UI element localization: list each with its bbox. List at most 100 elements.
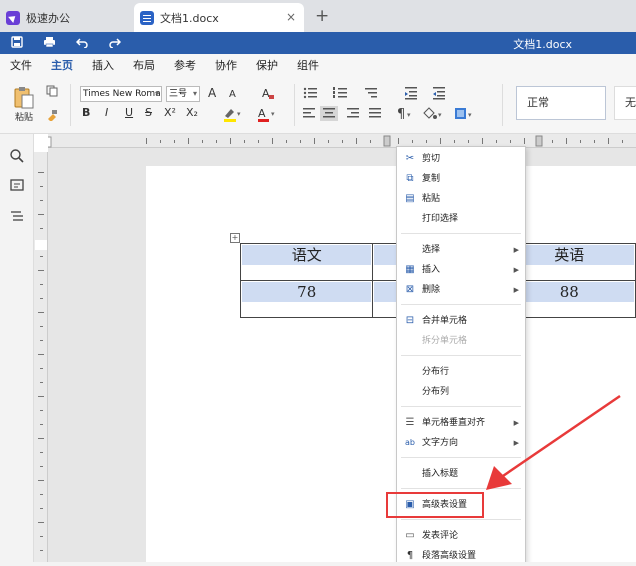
bullet-list-icon[interactable] <box>303 87 317 99</box>
paste-icon[interactable] <box>13 86 35 110</box>
menu-item-label: 发表评论 <box>422 531 459 541</box>
menu-item-split-cell: 拆分单元格 <box>397 332 525 350</box>
menu-item-select[interactable]: 选择 ▶ <box>397 241 525 259</box>
submenu-arrow-icon: ▶ <box>513 286 519 294</box>
paste-icon: ▤ <box>405 193 415 204</box>
new-tab-button[interactable]: + <box>315 6 329 26</box>
superscript-button[interactable]: X² <box>164 106 176 120</box>
undo-icon[interactable] <box>76 36 89 48</box>
numbered-list-icon[interactable] <box>333 87 347 98</box>
underline-button[interactable]: U <box>125 106 133 120</box>
indent-controls <box>405 87 445 100</box>
menu-protect[interactable]: 保护 <box>256 57 278 73</box>
borders-icon[interactable]: ▾ <box>455 108 472 119</box>
copy-icon: ⧉ <box>406 173 414 184</box>
menu-item-cut[interactable]: ✂ 剪切 <box>397 150 525 168</box>
menu-item-distribute-rows[interactable]: 分布行 <box>397 363 525 381</box>
menu-item-label: 插入 <box>422 265 441 275</box>
font-name-value: Times New Roma <box>83 89 161 99</box>
svg-text:A: A <box>262 87 270 100</box>
svg-text:▾: ▾ <box>438 111 442 119</box>
change-case-icon[interactable]: A <box>261 86 275 100</box>
submenu-arrow-icon: ▶ <box>513 439 519 447</box>
text-direction-icon: ab <box>405 438 415 447</box>
menu-plugins[interactable]: 组件 <box>297 57 319 73</box>
horizontal-ruler[interactable] <box>39 134 636 148</box>
menu-bar: 文件 主页 插入 布局 参考 协作 保护 组件 <box>0 54 636 78</box>
font-name-select[interactable]: Times New Roma ▾ <box>80 86 162 102</box>
copy-icon[interactable] <box>46 85 58 97</box>
menu-references[interactable]: 参考 <box>174 57 196 73</box>
align-left-icon[interactable] <box>303 108 315 118</box>
multilevel-list-icon[interactable] <box>365 88 377 98</box>
menu-divider <box>401 233 521 234</box>
svg-text:¶: ¶ <box>397 107 405 122</box>
scissors-icon: ✂ <box>405 153 415 164</box>
menu-item-distribute-columns[interactable]: 分布列 <box>397 383 525 401</box>
menu-collaborate[interactable]: 协作 <box>215 57 237 73</box>
justify-icon[interactable] <box>369 108 381 118</box>
pilcrow-icon[interactable]: ¶ ▾ <box>397 107 411 122</box>
table-cell[interactable]: 78 <box>239 280 374 318</box>
redo-icon[interactable] <box>108 36 121 48</box>
grow-font-button[interactable]: A <box>208 86 216 100</box>
menu-item-label: 选择 <box>422 245 441 255</box>
title-bar: 文档1.docx <box>0 32 636 54</box>
menu-item-insert[interactable]: ▦ 插入 ▶ <box>397 261 525 279</box>
menu-item-cell-vertical-align[interactable]: ☰ 单元格垂直对齐 ▶ <box>397 414 525 432</box>
menu-item-merge-cells[interactable]: ⊟ 合并单元格 <box>397 312 525 330</box>
font-color-icon[interactable]: A ▾ <box>256 106 278 122</box>
print-icon[interactable] <box>43 36 56 48</box>
status-bar <box>0 562 636 566</box>
strikethrough-button[interactable]: S <box>145 106 152 120</box>
menu-item-label: 拆分单元格 <box>422 336 468 346</box>
svg-text:▾: ▾ <box>468 111 472 119</box>
decrease-indent-icon[interactable] <box>405 87 417 100</box>
menu-divider <box>401 488 521 489</box>
highlight-color-icon[interactable]: ▾ <box>222 106 244 122</box>
menu-item-label: 段落高级设置 <box>422 551 477 561</box>
align-center-icon[interactable] <box>320 106 338 121</box>
style-no-spacing[interactable]: 无 <box>614 86 636 120</box>
menu-item-insert-caption[interactable]: 插入标题 <box>397 465 525 483</box>
submenu-arrow-icon: ▶ <box>513 246 519 254</box>
search-icon[interactable] <box>9 148 25 164</box>
delete-rows-icon: ⊠ <box>405 284 415 295</box>
menu-insert[interactable]: 插入 <box>92 57 114 73</box>
align-right-icon[interactable] <box>347 108 359 118</box>
headings-icon[interactable] <box>9 208 25 224</box>
menu-item-copy[interactable]: ⧉ 复制 <box>397 170 525 188</box>
menu-item-print-selection[interactable]: 打印选择 <box>397 210 525 228</box>
menu-item-label: 复制 <box>422 174 441 184</box>
ribbon-divider <box>294 84 295 126</box>
save-icon[interactable] <box>11 36 23 48</box>
bold-button[interactable]: B <box>82 106 90 120</box>
font-size-select[interactable]: 三号 ▾ <box>166 86 200 102</box>
menu-item-paste[interactable]: ▤ 粘贴 <box>397 190 525 208</box>
tab-document[interactable]: 文档1.docx × <box>134 3 304 32</box>
italic-button[interactable]: I <box>105 106 108 120</box>
menu-item-add-comment[interactable]: ▭ 发表评论 <box>397 527 525 545</box>
close-tab-icon[interactable]: × <box>286 10 296 24</box>
tab-app-home[interactable]: 极速办公 <box>0 3 131 32</box>
menu-item-delete[interactable]: ⊠ 删除 ▶ <box>397 281 525 299</box>
menu-home[interactable]: 主页 <box>51 57 73 78</box>
format-painter-icon[interactable] <box>46 109 58 121</box>
menu-file[interactable]: 文件 <box>10 57 32 73</box>
comment-icon[interactable] <box>9 178 25 194</box>
menu-layout[interactable]: 布局 <box>133 57 155 73</box>
style-normal[interactable]: 正常 <box>516 86 606 120</box>
vertical-ruler[interactable] <box>34 152 48 566</box>
table-move-handle[interactable]: + <box>230 233 240 243</box>
subscript-button[interactable]: X₂ <box>186 106 198 120</box>
menu-divider <box>401 304 521 305</box>
fill-color-icon[interactable]: ▾ <box>423 107 442 119</box>
menu-item-text-direction[interactable]: ab 文字方向 ▶ <box>397 434 525 452</box>
menu-item-label: 文字方向 <box>422 438 459 448</box>
submenu-arrow-icon: ▶ <box>513 266 519 274</box>
svg-text:▾: ▾ <box>407 111 411 119</box>
increase-indent-icon[interactable] <box>433 87 445 100</box>
table-cell[interactable]: 语文 <box>239 243 374 281</box>
document-title: 文档1.docx <box>513 38 572 51</box>
shrink-font-button[interactable]: A <box>229 88 236 102</box>
